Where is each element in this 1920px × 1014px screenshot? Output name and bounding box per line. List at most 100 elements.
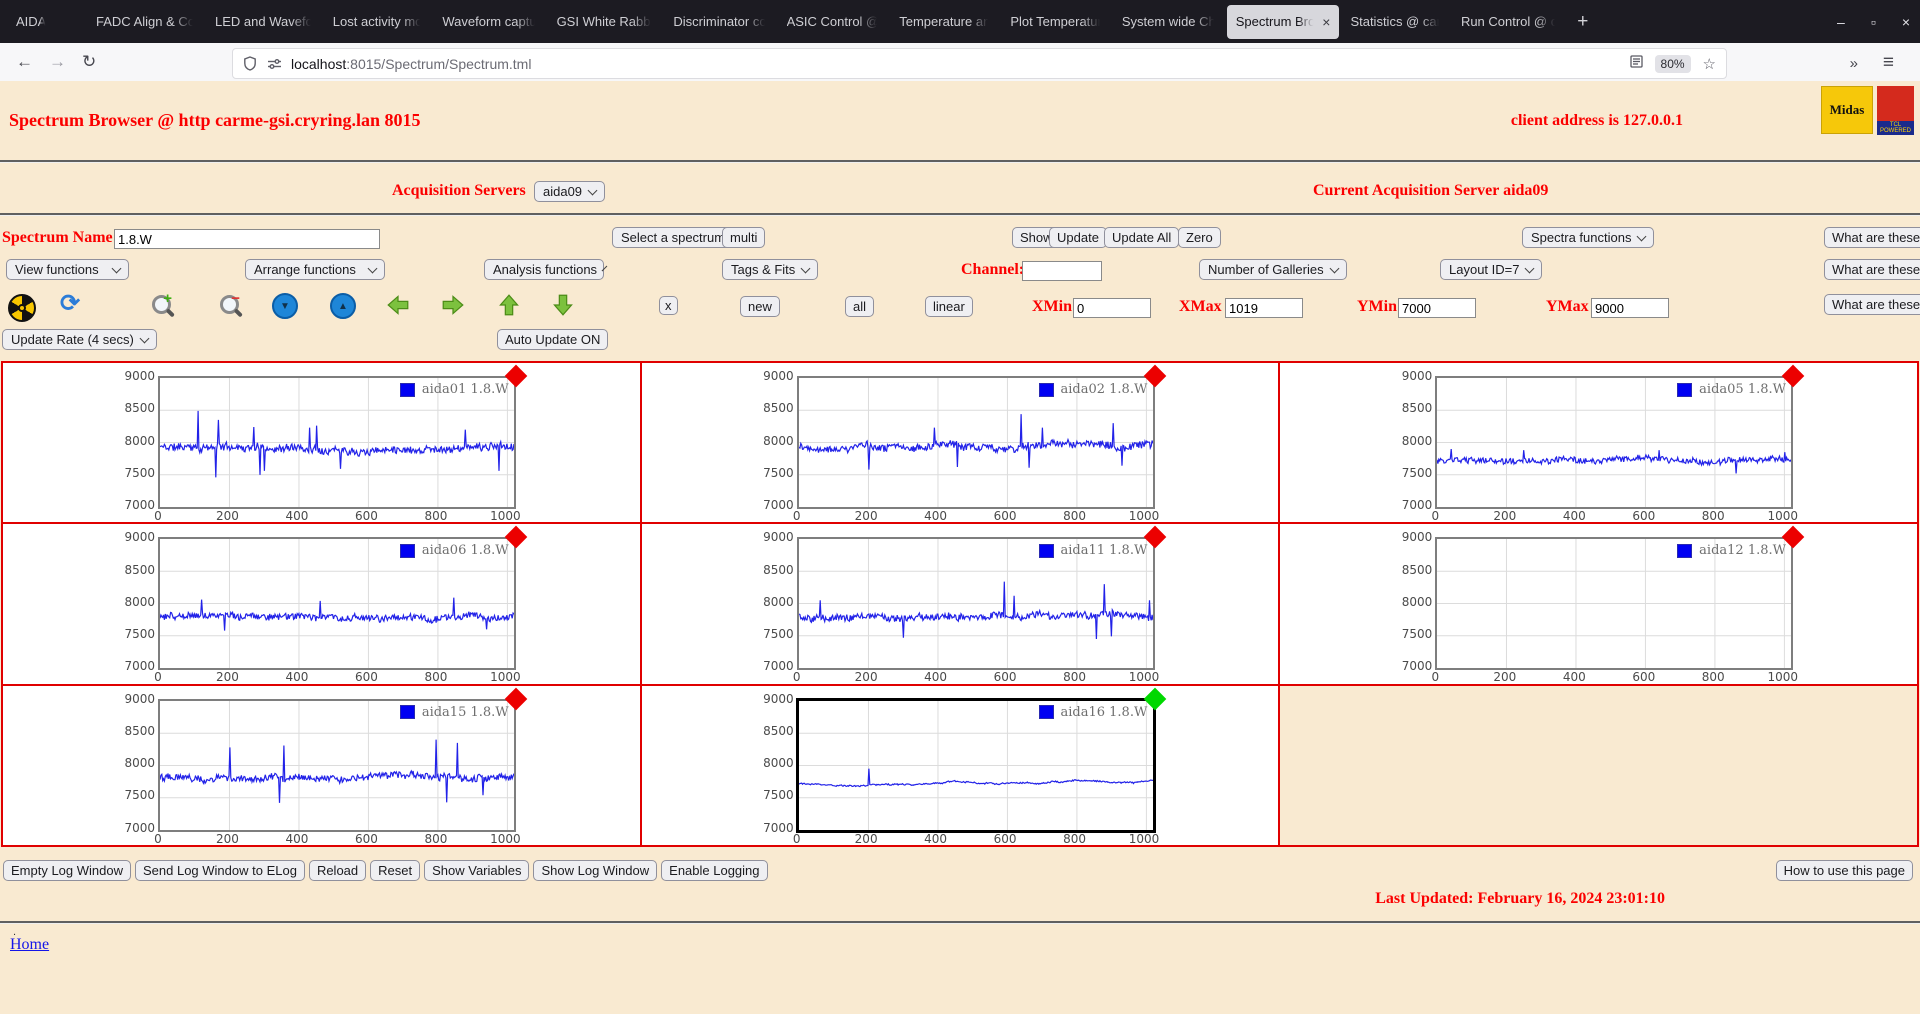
y-tick-label: 7500	[1401, 465, 1433, 480]
spectrum-name-input[interactable]	[114, 229, 380, 249]
spectrum-plot-aida11[interactable]: 9000 8500 8000 7500 7000 0 200 400 600 800 1000 aid…	[640, 523, 1280, 685]
close-icon[interactable]: ×	[1902, 14, 1910, 30]
arrow-right-icon[interactable]	[440, 294, 466, 316]
send-log-window-to-elog-button[interactable]: Send Log Window to ELog	[135, 860, 305, 881]
enable-logging-button[interactable]: Enable Logging	[661, 860, 768, 881]
zoom-in-icon[interactable]: +	[152, 290, 172, 314]
spectrum-name-label: Spectrum Name:	[2, 229, 118, 246]
xmin-input[interactable]	[1073, 298, 1151, 318]
legend-swatch-icon	[1038, 705, 1054, 720]
reload-button[interactable]: Reload	[308, 860, 367, 881]
browser-tab-system-wide-ch[interactable]: System wide Ch	[1113, 5, 1225, 39]
last-updated-text: Last Updated: February 16, 2024 23:01:10	[1375, 890, 1665, 907]
zoom-out-icon[interactable]: −	[220, 290, 240, 314]
collapse-down-icon[interactable]: ▼	[272, 293, 298, 319]
forward-icon[interactable]: →	[49, 52, 66, 72]
view-functions-dropdown[interactable]: View functions	[6, 259, 129, 280]
arrow-left-icon[interactable]	[385, 294, 411, 316]
url-text[interactable]: localhost:8015/Spectrum/Spectrum.tml	[291, 56, 1626, 72]
new-tab-button[interactable]: +	[1567, 11, 1598, 33]
browser-tab-waveform-captu[interactable]: Waveform captu	[433, 5, 545, 39]
bookmark-star-icon[interactable]: ☆	[1703, 55, 1716, 73]
multi-button[interactable]: multi	[722, 227, 766, 248]
arrange-functions-dropdown[interactable]: Arrange functions	[245, 259, 385, 280]
how-to-use-button[interactable]: How to use this page	[1775, 860, 1913, 881]
reader-mode-icon[interactable]	[1629, 55, 1643, 72]
analysis-functions-dropdown[interactable]: Analysis functions	[484, 259, 608, 280]
update-all-button[interactable]: Update All	[1104, 227, 1180, 248]
url-bar[interactable]: localhost:8015/Spectrum/Spectrum.tml 80%…	[232, 48, 1727, 79]
spectrum-plot-aida01[interactable]: 9000 8500 8000 7500 7000 0 200 400 600 800 1000 aid…	[2, 362, 641, 524]
browser-tab-statistics-car[interactable]: Statistics @ car	[1341, 5, 1450, 39]
toolbar-overflow-icon[interactable]: »	[1850, 55, 1858, 72]
browser-tab-run-control-c[interactable]: Run Control @ c	[1452, 5, 1566, 39]
legend-label: aida12 1.8.W	[1699, 543, 1786, 559]
number-of-galleries-dropdown[interactable]: Number of Galleries	[1199, 259, 1347, 280]
new-button[interactable]: new	[740, 296, 780, 317]
spectrum-plot-aida05[interactable]: 9000 8500 8000 7500 7000 0 200 400 600 800 1000 aid…	[1279, 362, 1918, 524]
show-variables-button[interactable]: Show Variables	[424, 860, 530, 881]
browser-tab-gsi-white-rabbi[interactable]: GSI White Rabbi	[548, 5, 663, 39]
browser-tab-led-and-wavefo[interactable]: LED and Wavefo	[206, 5, 322, 39]
menu-icon[interactable]: ≡	[1883, 52, 1894, 74]
browser-tab-spectrum-bro[interactable]: Spectrum Bro ×	[1226, 4, 1340, 39]
spectrum-plot-aida06[interactable]: 9000 8500 8000 7500 7000 0 200 400 600 800 1000 aid…	[2, 523, 641, 685]
maximize-icon[interactable]: ▫	[1871, 14, 1876, 30]
linear-button[interactable]: linear	[925, 296, 973, 317]
browser-tab-asic-control-[interactable]: ASIC Control @	[778, 5, 889, 39]
all-button[interactable]: all	[845, 296, 875, 317]
divider	[0, 160, 1920, 163]
ymax-input[interactable]	[1591, 298, 1669, 318]
arrow-down-icon[interactable]	[552, 292, 574, 318]
x-tick-label: 0	[792, 670, 801, 685]
empty-log-window-button[interactable]: Empty Log Window	[3, 860, 131, 881]
acquisition-server-select[interactable]: aida09	[534, 181, 606, 202]
spectrum-plot-aida15[interactable]: 9000 8500 8000 7500 7000 0 200 400 600 800 1000 aid…	[2, 684, 641, 846]
arrow-up-icon[interactable]	[498, 292, 520, 318]
update-button[interactable]: Update	[1049, 227, 1107, 248]
back-icon[interactable]: ←	[16, 52, 33, 72]
browser-tab-plot-temperatur[interactable]: Plot Temperatur	[1001, 5, 1111, 39]
legend-label: aida16 1.8.W	[1060, 704, 1148, 720]
refresh-icon[interactable]: ⟳	[60, 289, 80, 318]
show-log-window-button[interactable]: Show Log Window	[533, 860, 658, 881]
spectrum-plot-aida16[interactable]: 9000 8500 8000 7500 7000 0 200 400 600 800 1000 aid…	[640, 684, 1280, 846]
minimize-icon[interactable]: –	[1837, 14, 1845, 30]
reset-button[interactable]: Reset	[370, 860, 421, 881]
tab-label: System wide Ch	[1121, 14, 1216, 29]
shield-icon[interactable]	[243, 56, 257, 71]
auto-update-button[interactable]: Auto Update ON	[497, 329, 609, 350]
home-link[interactable]: Home	[10, 936, 49, 954]
browser-tab-lost-activity-mo[interactable]: Lost activity mo	[324, 5, 432, 39]
browser-tab-fadc-align-co[interactable]: FADC Align & Co	[87, 5, 204, 39]
zero-button[interactable]: Zero	[1178, 227, 1221, 248]
ymin-input[interactable]	[1398, 298, 1476, 318]
spectrum-plot-aida12[interactable]: 9000 8500 8000 7500 7000 0 200 400 600 800 1000 aid…	[1279, 523, 1918, 685]
browser-tab-aida[interactable]: AIDA	[7, 5, 85, 39]
x-button[interactable]: x	[659, 296, 678, 315]
layout-id-dropdown[interactable]: Layout ID=7	[1440, 259, 1543, 280]
spectra-functions-dropdown[interactable]: Spectra functions	[1522, 227, 1655, 248]
radiation-icon[interactable]	[8, 294, 36, 322]
spectrum-plot-aida02[interactable]: 9000 8500 8000 7500 7000 0 200 400 600 800 1000 aid…	[640, 362, 1280, 524]
browser-tab-discriminator-co[interactable]: Discriminator co	[664, 5, 775, 39]
tags-fits-dropdown[interactable]: Tags & Fits	[722, 259, 819, 280]
what-are-these-button-1[interactable]: What are these?	[1824, 227, 1920, 248]
plot-legend: aida06 1.8.W	[399, 543, 509, 558]
what-are-these-button-3[interactable]: What are these?	[1824, 294, 1920, 315]
x-tick-label: 600	[993, 509, 1017, 523]
site-permissions-icon[interactable]	[267, 57, 282, 71]
y-tick-label: 7500	[124, 627, 155, 642]
y-tick-label: 7500	[763, 788, 794, 803]
what-are-these-button-2[interactable]: What are these?	[1824, 259, 1920, 280]
xmax-input[interactable]	[1225, 298, 1303, 318]
update-rate-dropdown[interactable]: Update Rate (4 secs)	[2, 329, 157, 350]
x-tick-label: 400	[924, 509, 948, 523]
channel-input[interactable]	[1022, 261, 1102, 281]
browser-tab-temperature-an[interactable]: Temperature an	[890, 5, 999, 39]
reload-icon[interactable]: ↻	[82, 52, 96, 72]
zoom-level-chip[interactable]: 80%	[1654, 54, 1691, 73]
collapse-up-icon[interactable]: ▲	[330, 293, 356, 319]
x-tick-label: 400	[285, 670, 309, 685]
tab-close-icon[interactable]: ×	[1322, 14, 1330, 30]
